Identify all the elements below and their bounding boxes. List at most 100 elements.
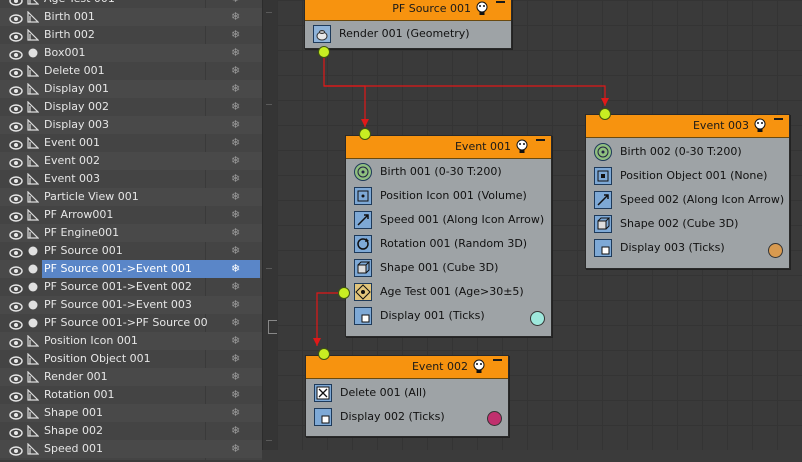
freeze-column-cell[interactable]: ❄ bbox=[206, 242, 260, 260]
minimize-icon[interactable] bbox=[496, 1, 505, 3]
outliner-row[interactable]: Birth 002 ❄ bbox=[0, 26, 262, 44]
outliner-row[interactable]: Box001 ❄ bbox=[0, 44, 262, 62]
freeze-column-cell[interactable]: ❄ bbox=[206, 440, 260, 458]
outliner-row[interactable]: PF Source 001->Event 003 ❄ bbox=[0, 296, 262, 314]
outliner-row[interactable]: Position Icon 001 ❄ bbox=[0, 332, 262, 350]
lightbulb-icon[interactable] bbox=[515, 139, 529, 159]
freeze-column-cell[interactable]: ❄ bbox=[206, 188, 260, 206]
helper-operator-icon bbox=[27, 442, 40, 461]
test-output-port[interactable] bbox=[338, 287, 350, 299]
freeze-column-cell[interactable]: ❄ bbox=[206, 170, 260, 188]
freeze-snowflake-icon: ❄ bbox=[231, 370, 241, 383]
outliner-row[interactable]: PF Arrow001 ❄ bbox=[0, 206, 262, 224]
panel-splitter-handle[interactable] bbox=[268, 320, 277, 334]
freeze-column-cell[interactable]: ❄ bbox=[206, 8, 260, 26]
minimize-icon[interactable] bbox=[536, 139, 545, 141]
outliner-row[interactable]: PF Engine001 ❄ bbox=[0, 224, 262, 242]
input-port[interactable] bbox=[599, 108, 611, 120]
display-icon bbox=[354, 307, 372, 325]
outliner-row[interactable]: Display 002 ❄ bbox=[0, 98, 262, 116]
visibility-eye-icon[interactable] bbox=[9, 444, 23, 462]
freeze-column-cell[interactable]: ❄ bbox=[206, 98, 260, 116]
node-title: PF Source 001 bbox=[392, 2, 471, 15]
outliner-row[interactable]: Render 001 ❄ bbox=[0, 368, 262, 386]
freeze-column-cell[interactable]: ❄ bbox=[206, 116, 260, 134]
node-header[interactable]: PF Source 001 bbox=[305, 0, 511, 21]
outliner-row[interactable]: Event 003 ❄ bbox=[0, 170, 262, 188]
freeze-column-cell[interactable]: ❄ bbox=[206, 206, 260, 224]
freeze-snowflake-icon: ❄ bbox=[231, 82, 241, 95]
outliner-item-label: Position Icon 001 bbox=[44, 334, 138, 347]
display-color-swatch[interactable] bbox=[768, 243, 783, 258]
outliner-row[interactable]: Shape 001 ❄ bbox=[0, 404, 262, 422]
outliner-row[interactable]: PF Source 001->Event 001 ❄ bbox=[0, 260, 262, 278]
minimize-icon[interactable] bbox=[493, 359, 502, 361]
outliner-row[interactable]: Age Test 001 ❄ bbox=[0, 0, 262, 8]
outliner-row[interactable]: Speed 001 ❄ bbox=[0, 440, 262, 458]
outliner-row[interactable]: Display 003 ❄ bbox=[0, 116, 262, 134]
freeze-column-cell[interactable]: ❄ bbox=[206, 404, 260, 422]
freeze-column-cell[interactable]: ❄ bbox=[206, 134, 260, 152]
outliner-item-label: Shape 002 bbox=[44, 424, 103, 437]
outliner-row[interactable]: PF Source 001 ❄ bbox=[0, 242, 262, 260]
freeze-snowflake-icon: ❄ bbox=[231, 352, 241, 365]
freeze-column-cell[interactable]: ❄ bbox=[206, 260, 260, 278]
node-header[interactable]: Event 003 bbox=[586, 115, 789, 138]
freeze-column-cell[interactable]: ❄ bbox=[206, 422, 260, 440]
operator-label: Birth 002 (0-30 T:200) bbox=[620, 145, 742, 158]
freeze-column-cell[interactable]: ❄ bbox=[206, 26, 260, 44]
outliner-item-label: Speed 001 bbox=[44, 442, 103, 455]
lightbulb-icon[interactable] bbox=[475, 1, 489, 21]
operator-label: Display 001 (Ticks) bbox=[380, 309, 485, 322]
freeze-column-cell[interactable]: ❄ bbox=[206, 350, 260, 368]
display-color-swatch[interactable] bbox=[487, 411, 502, 426]
operator-label: Shape 002 (Cube 3D) bbox=[620, 217, 739, 230]
node-event-003[interactable]: Event 003 Birth 002 (0-30 T:200) Positio… bbox=[585, 114, 790, 269]
freeze-column-cell[interactable]: ❄ bbox=[206, 44, 260, 62]
node-event-002[interactable]: Event 002 Delete 001 (All) Display 002 (… bbox=[305, 355, 509, 437]
input-port[interactable] bbox=[359, 128, 371, 140]
freeze-column-cell[interactable]: ❄ bbox=[206, 296, 260, 314]
outliner-row[interactable]: Shape 002 ❄ bbox=[0, 422, 262, 440]
lightbulb-icon[interactable] bbox=[472, 359, 486, 379]
operator-label: Speed 001 (Along Icon Arrow) bbox=[380, 213, 545, 226]
freeze-column-cell[interactable]: ❄ bbox=[206, 0, 260, 8]
outliner-row[interactable]: PF Source 001->Event 002 ❄ bbox=[0, 278, 262, 296]
minimize-icon[interactable] bbox=[774, 118, 783, 120]
particle-view-canvas[interactable]: PF Source 001 Render 001 (Geometry) Even… bbox=[277, 0, 802, 450]
freeze-column-cell[interactable]: ❄ bbox=[206, 152, 260, 170]
outliner-row[interactable]: Event 001 ❄ bbox=[0, 134, 262, 152]
freeze-column-cell[interactable]: ❄ bbox=[206, 62, 260, 80]
outliner-row[interactable]: Display 001 ❄ bbox=[0, 80, 262, 98]
freeze-column-cell[interactable]: ❄ bbox=[206, 368, 260, 386]
outliner-row[interactable]: Particle View 001 ❄ bbox=[0, 188, 262, 206]
outliner-item-label: Age Test 001 bbox=[42, 0, 208, 8]
output-port[interactable] bbox=[318, 46, 330, 58]
operator-label: Position Object 001 (None) bbox=[620, 169, 768, 182]
freeze-snowflake-icon: ❄ bbox=[231, 262, 241, 275]
outliner-row[interactable]: Rotation 001 ❄ bbox=[0, 386, 262, 404]
birth-icon bbox=[594, 143, 612, 161]
node-header[interactable]: Event 001 bbox=[346, 136, 551, 159]
outliner-scrollbar[interactable] bbox=[262, 0, 277, 450]
freeze-column-cell[interactable]: ❄ bbox=[206, 278, 260, 296]
scroll-tick bbox=[266, 12, 272, 13]
outliner-row[interactable]: Birth 001 ❄ bbox=[0, 8, 262, 26]
freeze-column-cell[interactable]: ❄ bbox=[206, 332, 260, 350]
node-event-001[interactable]: Event 001 Birth 001 (0-30 T:200) Positio… bbox=[345, 135, 552, 337]
rotation-icon bbox=[354, 235, 372, 253]
outliner-row[interactable]: Delete 001 ❄ bbox=[0, 62, 262, 80]
freeze-column-cell[interactable]: ❄ bbox=[206, 224, 260, 242]
node-pf-source[interactable]: PF Source 001 Render 001 (Geometry) bbox=[304, 0, 512, 49]
freeze-column-cell[interactable]: ❄ bbox=[206, 314, 260, 332]
operator-label: Birth 001 (0-30 T:200) bbox=[380, 165, 502, 178]
outliner-row[interactable]: PF Source 001->PF Source 001 ❄ bbox=[0, 314, 262, 332]
outliner-row[interactable]: Position Object 001 ❄ bbox=[0, 350, 262, 368]
outliner-row[interactable]: Event 002 ❄ bbox=[0, 152, 262, 170]
input-port[interactable] bbox=[318, 348, 330, 360]
node-header[interactable]: Event 002 bbox=[306, 356, 508, 379]
lightbulb-icon[interactable] bbox=[753, 118, 767, 138]
freeze-column-cell[interactable]: ❄ bbox=[206, 386, 260, 404]
freeze-column-cell[interactable]: ❄ bbox=[206, 80, 260, 98]
display-color-swatch[interactable] bbox=[530, 311, 545, 326]
